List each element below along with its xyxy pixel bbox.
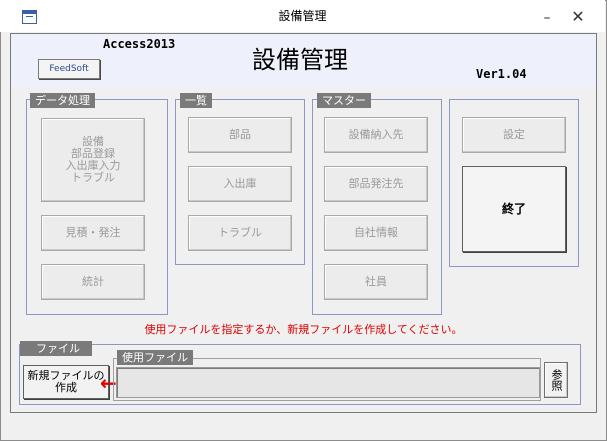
group-file-label: ファイル <box>20 341 92 356</box>
estimate-order-button[interactable]: 見積・発注 <box>41 215 145 251</box>
equipment-supplier-button[interactable]: 設備納入先 <box>324 117 428 153</box>
trouble-list-button[interactable]: トラブル <box>188 215 292 251</box>
used-file-field[interactable] <box>116 367 540 398</box>
staff-button[interactable]: 社員 <box>324 264 428 300</box>
browse-button[interactable]: 参照 <box>544 362 568 398</box>
version-label: Ver1.04 <box>476 67 527 81</box>
exit-button[interactable]: 終了 <box>462 166 566 252</box>
minimize-button[interactable]: – <box>535 8 559 28</box>
page-title: 設備管理 <box>252 46 348 74</box>
company-info-button[interactable]: 自社情報 <box>324 215 428 251</box>
settings-button[interactable]: 設定 <box>462 117 566 153</box>
parts-supplier-button[interactable]: 部品発注先 <box>324 166 428 202</box>
parts-list-button[interactable]: 部品 <box>188 117 292 153</box>
new-file-line-2: 作成 <box>55 381 77 394</box>
inout-list-button[interactable]: 入出庫 <box>188 166 292 202</box>
feedsoft-button[interactable]: FeedSoft <box>38 59 100 79</box>
access-version-label: Access2013 <box>103 37 176 51</box>
used-file-label: 使用ファイル <box>117 350 193 365</box>
equipment-line-4: トラブル <box>71 171 115 184</box>
window-title: 設備管理 <box>278 9 327 23</box>
close-button[interactable]: ✕ <box>566 6 590 28</box>
statistics-button[interactable]: 統計 <box>41 264 145 300</box>
instruction-message: 使用ファイルを指定するか、新規ファイルを作成してください。 <box>144 323 463 336</box>
equipment-entry-button[interactable]: 設備 部品登録 入出庫入力 トラブル <box>41 118 145 202</box>
group-list-label: 一覧 <box>180 93 212 108</box>
group-data-processing-label: データ処理 <box>30 93 95 108</box>
new-file-button[interactable]: 新規ファイルの 作成 <box>23 365 109 399</box>
group-master-label: マスター <box>317 93 371 108</box>
